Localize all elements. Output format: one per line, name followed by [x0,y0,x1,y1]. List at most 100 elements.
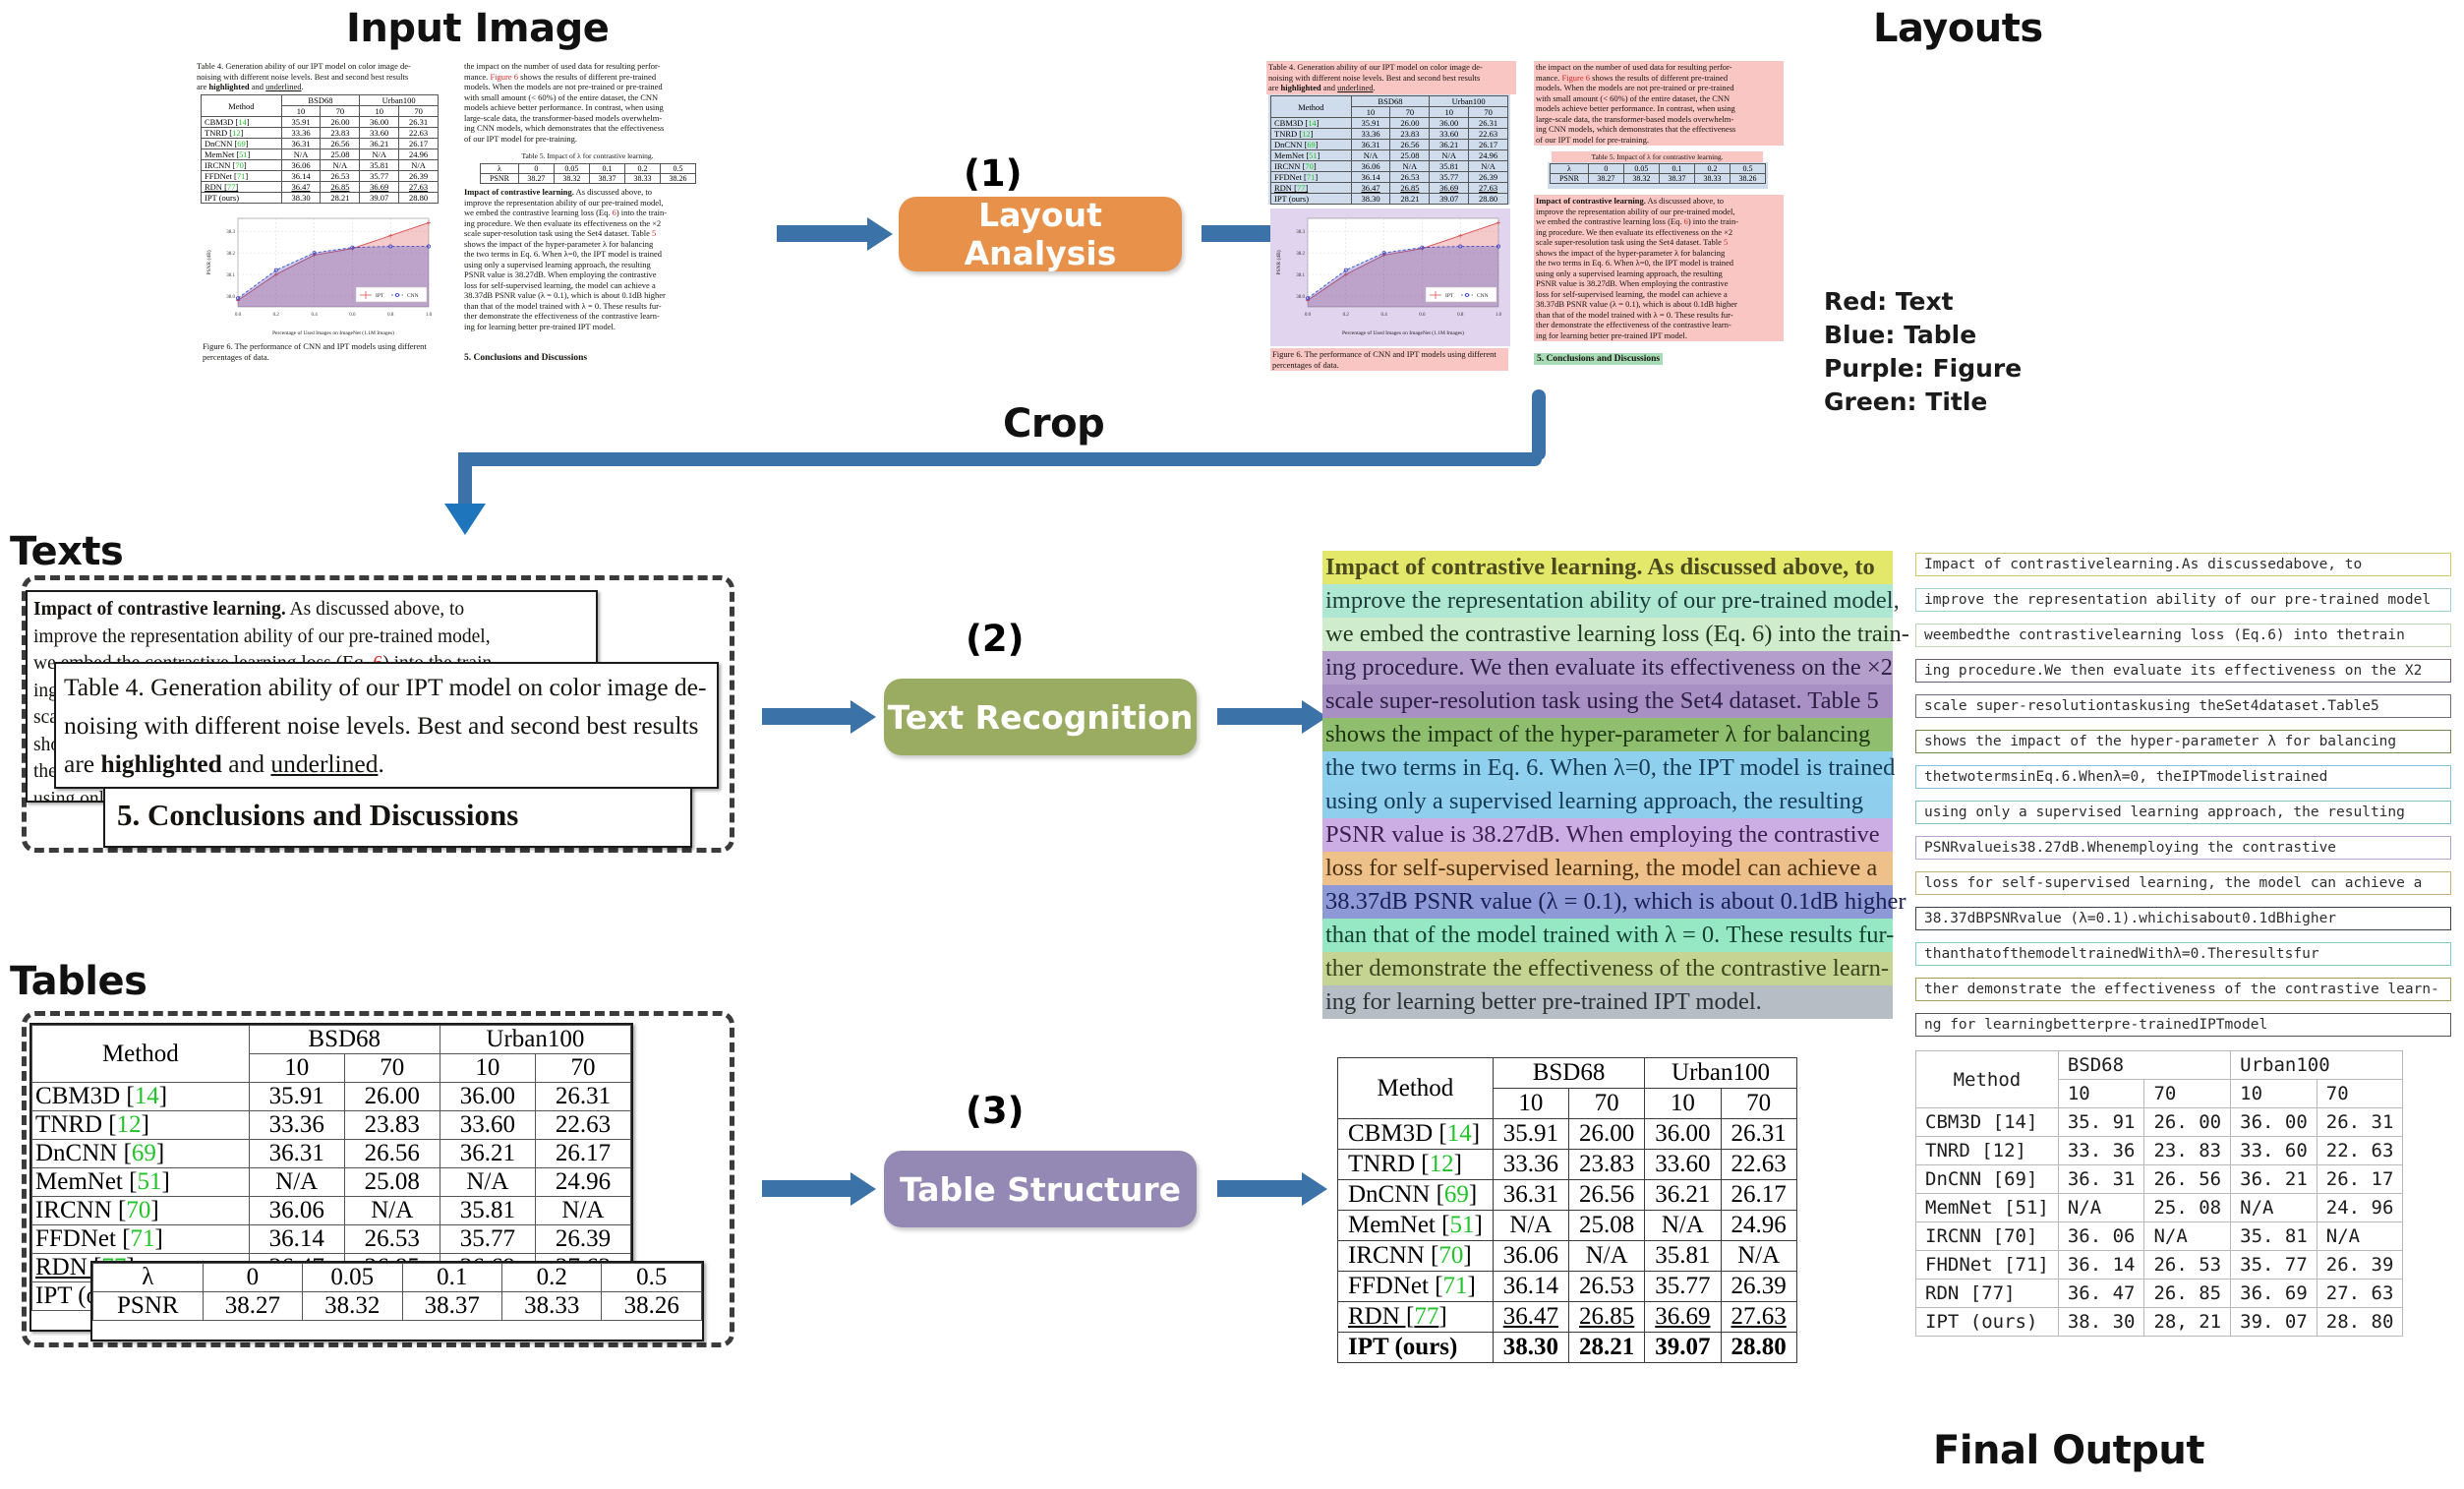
doc-line: using only a supervised learning approac… [1536,268,1723,278]
t4-cell-value: 36.47 [1350,182,1391,194]
t5-cell-lambda: 0.05 [302,1263,403,1292]
t5-cell-psnr: 38.37 [401,1291,502,1321]
t4-row: RDN [77]36.4726.8536.6927.63 [201,181,439,193]
fin-cell-method: MemNet [51] [1915,1193,2059,1222]
table-crop-table-5-grid: λ 0 0.05 0.1 0.2 0.5 PSNR 38.27 38.32 38.37 38.33 3… [92,1263,702,1321]
t4-cell-value: 27.63 [1468,182,1508,194]
input-section-title: 5. Conclusions and Discussions [464,353,588,363]
svg-text:0.4: 0.4 [311,313,318,318]
t4-cell-value: 28.80 [398,192,439,204]
ocr-result-box[interactable]: shows the impact of the hyper-parameter … [1915,730,2451,753]
t5-cell-psnr: 38.37 [588,173,625,184]
ocr-result-box[interactable]: ng for learningbetterpre-trainedIPTmodel [1915,1013,2451,1037]
t4-cell-value: 23.83 [1389,128,1431,140]
step-1-number: (1) [964,152,1023,195]
ocr-result-box[interactable]: scale super-resolutiontaskusing theSet4d… [1915,694,2451,718]
t4-cell-value: 36.06 [280,159,322,171]
recognized-line: Impact of contrastive learning. As discu… [1322,551,1893,584]
fin-cell-value: 36. 14 [2057,1250,2145,1280]
out-cell-value: 36.14 [1492,1271,1570,1302]
layout-region-section-title: 5. Conclusions and Discussions [1534,353,1664,365]
ocr-result-box[interactable]: thanthatofthemodeltrainedWithλ=0.Theresu… [1915,942,2451,966]
svg-text:38.1: 38.1 [1296,273,1305,278]
doc-line: models achieve better performance. In co… [1536,103,1735,113]
out-header-bsd68: BSD68 [1492,1057,1646,1089]
arrow-shaft-to-step1 [777,225,867,242]
legend-item-figure: Purple: Figure [1824,354,2023,383]
fin-cell-value: 36. 00 [2230,1107,2317,1137]
process-box-text-recognition[interactable]: Text Recognition [884,679,1197,755]
ocr-result-box[interactable]: PSNRvalueis38.27dB.Whenemploying the con… [1915,836,2451,860]
svg-text:PSNR (dB): PSNR (dB) [205,250,212,274]
svg-text:0.6: 0.6 [1419,313,1426,318]
t4-cell-value: 26.56 [320,138,361,149]
t4-cell-value: N/A [248,1167,345,1197]
t4-cell-value: 26.53 [320,170,361,182]
fin-cell-value: 36. 31 [2057,1164,2145,1194]
text-crop-section-title[interactable]: 5. Conclusions and Discussions [103,787,692,848]
doc-line: ing procedure. We then evaluate its effe… [1536,226,1733,237]
ocr-result-box[interactable]: Impact of contrastivelearning.As discuss… [1915,553,2451,576]
t4-cell-value: N/A [534,1196,631,1225]
t4-cell-value: 35.81 [1429,160,1470,172]
t4-cell-value: 26.85 [1389,182,1431,194]
t4-row: FFDNet [71] 36.14 26.53 35.77 26.39 [1270,171,1508,183]
ocr-result-box[interactable]: 38.37dBPSNRvalue (λ=0.1).whichisabout0.1… [1915,907,2451,930]
arrow-head-to-step1 [867,217,893,251]
doc-line: ther demonstrate the effectiveness of th… [1536,320,1731,329]
fin-row: IPT (ours) 38. 30 28, 21 39. 07 28. 80 [1915,1307,2404,1337]
layout-region-figure-caption: Figure 6. The performance of CNN and IPT… [1270,348,1508,371]
t4-header-urban100: Urban100 [359,94,439,106]
t5-cell-psnr: 38.32 [302,1291,403,1321]
t4-cell-value: 26.00 [1389,117,1431,129]
svg-text:0.0: 0.0 [235,313,242,318]
t4-cell-value: 33.60 [1429,128,1470,140]
t4-row: FFDNet [71] 36.14 26.53 35.77 26.39 [31,1224,631,1254]
ocr-result-box[interactable]: weembedthe contrastivelearning loss (Eq.… [1915,624,2451,647]
fin-row: IRCNN [70] 36. 06 N/A 35. 81 N/A [1915,1221,2404,1251]
t4-cell-value: 22.63 [398,127,439,139]
t4-cell-value: N/A [359,149,400,160]
ocr-result-box[interactable]: thetwotermsinEq.6.Whenλ=0, theIPTmodelis… [1915,765,2451,789]
t5-label: λ [480,163,519,174]
doc-line: models achieve better performance. In co… [464,102,664,112]
doc-line: models. When the models are not pre-trai… [464,82,663,91]
doc-line: Impact of contrastive learning. As discu… [1536,196,1724,206]
t4-cell-value: 26.00 [343,1082,440,1111]
doc-line: than that of the model trained with λ = … [464,300,662,311]
t4-cell-value: 39.07 [1429,193,1470,205]
out-cell-value: 28.80 [1720,1332,1797,1363]
process-box-table-structure[interactable]: Table Structure [884,1151,1197,1227]
t5-label: λ [92,1263,204,1292]
t4-subheader: 70 [1468,106,1508,118]
table-crop-table-5[interactable]: λ 0 0.05 0.1 0.2 0.5 PSNR 38.27 38.32 38.37 38.33 3… [90,1261,704,1341]
t4-cell-value: 23.83 [320,127,361,139]
t4-cell-method: FFDNet [71] [31,1224,250,1254]
t4-cell-value: 38.30 [1350,193,1391,205]
fin-cell-value: 35. 81 [2230,1221,2317,1251]
t5-cell-psnr: 38.27 [1587,173,1624,184]
step-3-number: (3) [966,1090,1025,1132]
svg-text:0.2: 0.2 [273,313,280,318]
out-cell-value: 26.53 [1568,1271,1646,1302]
process-box-layout-analysis[interactable]: Layout Analysis [899,196,1182,272]
doc-line: using only a supervised learning approac… [464,259,651,269]
fin-cell-method: TNRD [12] [1915,1136,2059,1165]
ocr-result-box[interactable]: ther demonstrate the effectiveness of th… [1915,978,2451,1001]
ocr-result-box[interactable]: loss for self-supervised learning, the m… [1915,871,2451,895]
t4-cell-value: 26.85 [320,181,361,193]
layout-region-text-caption: Table 4. Generation ability of our IPT m… [1266,61,1516,94]
t4-row: CBM3D [14] 35.91 26.00 36.00 26.31 [31,1082,631,1111]
process-box-text-recognition-label: Text Recognition [887,697,1194,737]
ocr-result-box[interactable]: improve the representation ability of ou… [1915,588,2451,612]
ocr-result-box[interactable]: using only a supervised learning approac… [1915,801,2451,824]
t4-row: TNRD [12] 33.36 23.83 33.60 22.63 [31,1110,631,1140]
ocr-result-box[interactable]: ing procedure.We then evaluate its effec… [1915,659,2451,683]
t4-cell-value: 36.21 [439,1139,536,1168]
t4-cell-value: 26.53 [343,1224,440,1254]
text-crop-table-caption[interactable]: Table 4. Generation ability of our IPT m… [54,662,719,789]
out-cell-value: N/A [1568,1240,1646,1272]
out-cell-value: 36.21 [1644,1179,1722,1211]
t4-cell-value: 36.14 [248,1224,345,1254]
t5-cell-lambda: 0.1 [1658,163,1695,174]
